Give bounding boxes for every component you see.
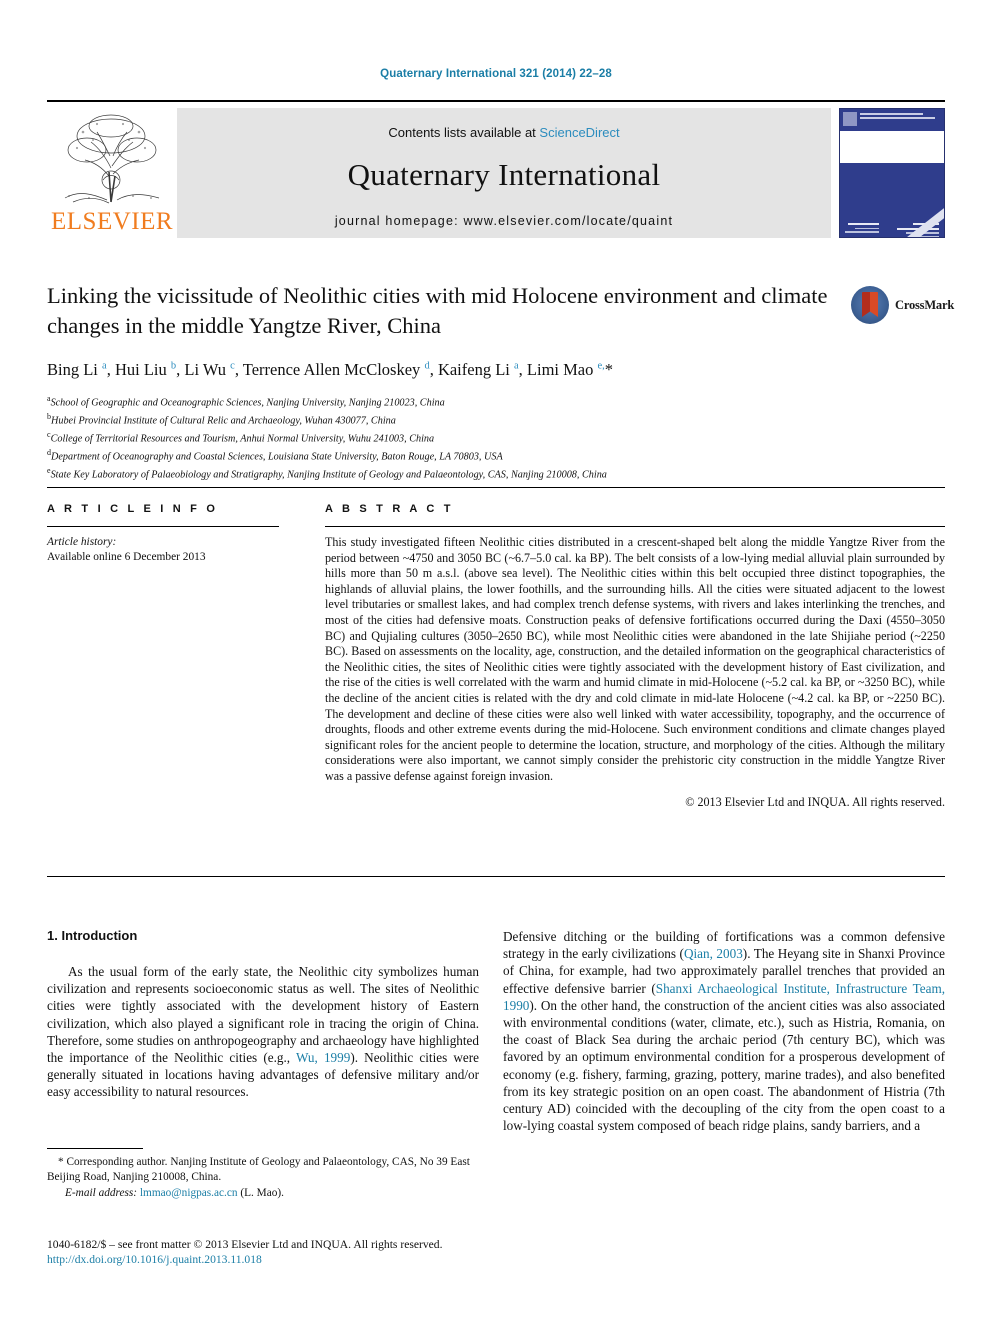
affiliation-text: State Key Laboratory of Palaeobiology an… <box>50 469 607 481</box>
abstract-column: A B S T R A C T This study investigated … <box>325 503 945 810</box>
crossmark-label: CrossMark <box>895 298 955 312</box>
citation-wu-1999[interactable]: Wu, 1999 <box>296 1050 350 1065</box>
running-head: Quaternary International 321 (2014) 22–2… <box>380 68 612 80</box>
corresponding-author-note: * Corresponding author. Nanjing Institut… <box>47 1156 470 1183</box>
intro-paragraph-left: As the usual form of the early state, th… <box>47 963 479 1101</box>
crossmark-badge[interactable]: CrossMark <box>851 286 954 326</box>
affiliation-a: aSchool of Geographic and Oceanographic … <box>47 392 927 410</box>
abstract-bottom-rule <box>47 876 945 877</box>
abstract-copyright: © 2013 Elsevier Ltd and INQUA. All right… <box>685 794 945 809</box>
abstract-heading: A B S T R A C T <box>325 503 454 515</box>
article-info-rule <box>47 526 279 527</box>
article-info-heading: A R T I C L E I N F O <box>47 503 219 515</box>
affiliation-text: Department of Oceanography and Coastal S… <box>51 451 503 463</box>
cover-title-lines <box>860 113 941 120</box>
cover-emblem-icon <box>843 112 857 126</box>
title-block: Linking the vicissitude of Neolithic cit… <box>47 281 954 341</box>
abstract-rule <box>325 526 945 527</box>
affiliation-list: aSchool of Geographic and Oceanographic … <box>47 392 927 482</box>
email-link[interactable]: lmmao@nigpas.ac.cn <box>140 1187 238 1199</box>
intro-right-text-c: ). On the other hand, the construction o… <box>503 997 945 1134</box>
email-note: E-mail address: lmmao@nigpas.ac.cn (L. M… <box>47 1186 479 1201</box>
abstract-top-rule <box>47 487 945 488</box>
article-page: Quaternary International 321 (2014) 22–2… <box>0 0 992 1323</box>
journal-cover-thumbnail[interactable] <box>839 108 945 238</box>
affiliation-text: School of Geographic and Oceanographic S… <box>50 397 445 409</box>
intro-left-column: 1. Introduction As the usual form of the… <box>47 928 479 1101</box>
elsevier-tree-icon <box>53 110 169 206</box>
imprint-line: 1040-6182/$ – see front matter © 2013 El… <box>47 1238 443 1251</box>
masthead-banner: Contents lists available at ScienceDirec… <box>177 108 831 238</box>
affiliation-e: eState Key Laboratory of Palaeobiology a… <box>47 464 927 482</box>
affiliation-text: Hubei Provincial Institute of Cultural R… <box>51 415 396 427</box>
journal-homepage[interactable]: journal homepage: www.elsevier.com/locat… <box>177 214 831 228</box>
journal-masthead: ELSEVIER Contents lists available at Sci… <box>47 100 945 238</box>
journal-title: Quaternary International <box>347 157 661 192</box>
article-info-column: A R T I C L E I N F O Article history: A… <box>47 503 279 565</box>
cover-white-band <box>840 131 944 163</box>
abstract-text: This study investigated fifteen Neolithi… <box>325 535 945 783</box>
cover-body <box>840 163 944 237</box>
affiliation-c: cCollege of Territorial Resources and To… <box>47 428 927 446</box>
article-history: Article history: Available online 6 Dece… <box>47 535 279 565</box>
contents-prefix: Contents lists available at <box>388 125 536 140</box>
doi-link[interactable]: http://dx.doi.org/10.1016/j.quaint.2013.… <box>47 1253 262 1266</box>
footnote-block: * Corresponding author. Nanjing Institut… <box>47 1155 479 1201</box>
elsevier-logo: ELSEVIER <box>47 108 175 238</box>
cover-top-bar <box>840 109 944 131</box>
cover-left-text-lines <box>845 223 879 235</box>
intro-right-column: Defensive ditching or the building of fo… <box>503 928 945 1134</box>
affiliation-b: bHubei Provincial Institute of Cultural … <box>47 410 927 428</box>
elsevier-wordmark: ELSEVIER <box>51 208 174 235</box>
affiliation-text: College of Territorial Resources and Tou… <box>50 433 435 445</box>
section-heading-introduction: 1. Introduction <box>47 928 138 943</box>
footnote-separator <box>47 1148 143 1149</box>
author-list: Bing Li a, Hui Liu b, Li Wu c, Terrence … <box>47 360 614 379</box>
contents-available-line: Contents lists available at ScienceDirec… <box>177 108 831 140</box>
intro-paragraph-right: Defensive ditching or the building of fo… <box>503 928 945 1134</box>
article-title: Linking the vicissitude of Neolithic cit… <box>47 283 828 338</box>
citation-qian-2003[interactable]: Qian, 2003 <box>684 946 743 961</box>
affiliation-d: dDepartment of Oceanography and Coastal … <box>47 446 927 464</box>
email-label: E-mail address: <box>65 1187 138 1200</box>
email-owner: (L. Mao). <box>240 1187 284 1200</box>
sciencedirect-link[interactable]: ScienceDirect <box>539 125 619 140</box>
imprint-block: 1040-6182/$ – see front matter © 2013 El… <box>47 1237 547 1267</box>
article-history-value: Available online 6 December 2013 <box>47 551 206 563</box>
article-history-label: Article history: <box>47 536 117 548</box>
